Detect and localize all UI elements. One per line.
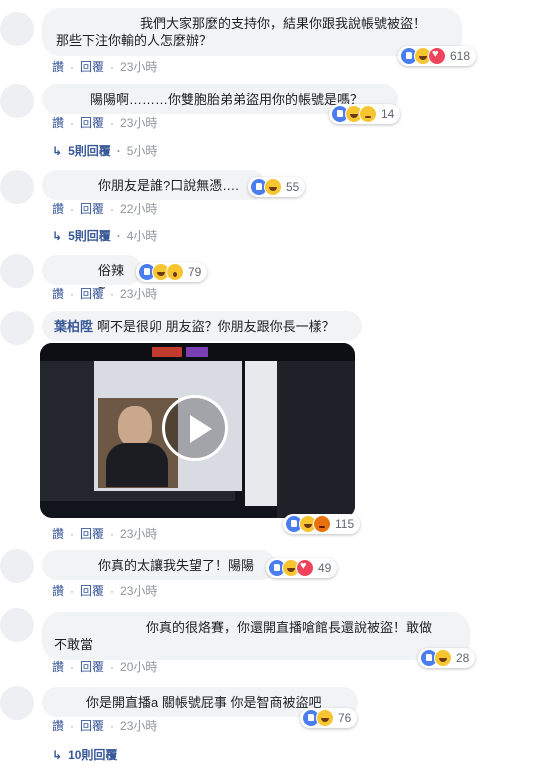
reply-link[interactable]: 回覆 <box>80 60 104 74</box>
reaction-summary[interactable]: 28 <box>418 648 476 668</box>
like-link[interactable]: 讚 <box>52 719 64 733</box>
play-icon[interactable] <box>162 395 228 461</box>
reaction-summary[interactable]: 79 <box>136 262 208 282</box>
haha-reaction-icon <box>264 178 282 196</box>
reaction-summary[interactable]: 76 <box>300 708 358 728</box>
comment-text: 啊不是很卯 朋友盜？你朋友跟你長一樣？ <box>97 319 335 334</box>
replies-count[interactable]: 5則回覆 <box>68 227 111 244</box>
reaction-count: 618 <box>450 49 471 63</box>
haha-reaction-icon <box>316 709 334 727</box>
view-replies-link[interactable]: ↳ 5則回覆 · 5小時 <box>52 142 157 159</box>
reaction-summary[interactable]: 115 <box>283 514 361 534</box>
comment-text: 我們大家那麼的支持你，結果你跟我說帳號被盜！ 那些下注你輸的人怎麼辦？ <box>56 16 427 48</box>
comment-bubble: 俗辣~ <box>42 255 142 295</box>
timestamp[interactable]: 20小時 <box>120 660 157 674</box>
like-link[interactable]: 讚 <box>52 202 64 216</box>
sad-reaction-icon <box>359 105 377 123</box>
reply-arrow-icon: ↳ <box>52 228 63 243</box>
comment-bubble: 你朋友是誰?口說無憑…. <box>42 170 266 200</box>
reply-link[interactable]: 回覆 <box>80 287 104 301</box>
avatar[interactable] <box>0 84 34 118</box>
replies-time: 5小時 <box>126 144 158 158</box>
reply-link[interactable]: 回覆 <box>80 202 104 216</box>
timestamp[interactable]: 23小時 <box>120 60 157 74</box>
reaction-count: 115 <box>335 517 355 531</box>
angry-reaction-icon <box>313 515 331 533</box>
replies-count[interactable]: 10則回覆 <box>68 746 117 763</box>
reaction-count: 55 <box>286 180 300 194</box>
comment-bubble: 葉柏陞 啊不是很卯 朋友盜？你朋友跟你長一樣？ <box>42 311 362 341</box>
reply-link[interactable]: 回覆 <box>80 584 104 598</box>
reaction-count: 76 <box>338 711 352 725</box>
reaction-summary[interactable]: 618 <box>398 46 477 66</box>
view-replies-link[interactable]: ↳ 10則回覆 <box>52 746 117 763</box>
reply-arrow-icon: ↳ <box>52 747 63 762</box>
video-frame <box>277 361 355 518</box>
comment-actions: 讚 · 回覆 · 23小時 <box>52 60 158 74</box>
reaction-count: 28 <box>456 651 470 665</box>
reply-link[interactable]: 回覆 <box>80 719 104 733</box>
replies-count[interactable]: 5則回覆 <box>68 142 111 159</box>
timestamp[interactable]: 23小時 <box>120 527 157 541</box>
reaction-count: 79 <box>188 265 202 279</box>
like-link[interactable]: 讚 <box>52 584 64 598</box>
comment-text: 你朋友是誰?口說無憑…. <box>98 178 239 193</box>
reply-link[interactable]: 回覆 <box>80 527 104 541</box>
reply-link[interactable]: 回覆 <box>80 116 104 130</box>
video-frame <box>106 443 168 487</box>
video-badge <box>186 347 208 357</box>
reaction-summary[interactable]: 49 <box>266 558 338 578</box>
comment-actions: 讚 · 回覆 · 23小時 <box>52 287 158 301</box>
reaction-count: 14 <box>381 107 395 121</box>
avatar[interactable] <box>0 12 34 46</box>
timestamp[interactable]: 22小時 <box>120 202 157 216</box>
like-link[interactable]: 讚 <box>52 60 64 74</box>
timestamp[interactable]: 23小時 <box>120 584 157 598</box>
reply-arrow-icon: ↳ <box>52 143 63 158</box>
like-link[interactable]: 讚 <box>52 116 64 130</box>
comment-actions: 讚 · 回覆 · 23小時 <box>52 116 158 130</box>
comment-actions: 讚 · 回覆 · 23小時 <box>52 719 158 733</box>
comment-actions: 讚 · 回覆 · 23小時 <box>52 584 158 598</box>
like-link[interactable]: 讚 <box>52 287 64 301</box>
video-frame <box>118 406 152 446</box>
comment-text: 你真的很烙賽，你還開直播嗆館長還說被盜！敢做 不敢當 <box>54 620 433 652</box>
view-replies-link[interactable]: ↳ 5則回覆 · 4小時 <box>52 227 157 244</box>
reaction-count: 49 <box>318 561 332 575</box>
replies-time: 4小時 <box>126 229 158 243</box>
avatar[interactable] <box>0 254 34 288</box>
love-reaction-icon <box>296 559 314 577</box>
haha-reaction-icon <box>434 649 452 667</box>
like-link[interactable]: 讚 <box>52 660 64 674</box>
timestamp[interactable]: 23小時 <box>120 287 157 301</box>
timestamp[interactable]: 23小時 <box>120 116 157 130</box>
comment-actions: 讚 · 回覆 · 22小時 <box>52 202 158 216</box>
avatar[interactable] <box>0 311 34 345</box>
avatar[interactable] <box>0 686 34 720</box>
avatar[interactable] <box>0 608 34 642</box>
comment-bubble: 你真的很烙賽，你還開直播嗆館長還說被盜！敢做 不敢當 <box>42 612 470 660</box>
comment-actions: 讚 · 回覆 · 20小時 <box>52 660 158 674</box>
comment-bubble: 我們大家那麼的支持你，結果你跟我說帳號被盜！ 那些下注你輸的人怎麼辦？ <box>42 8 462 56</box>
video-badge <box>152 347 182 357</box>
comment-text: 你真的太讓我失望了！陽陽 <box>98 558 255 573</box>
comment-author[interactable]: 葉柏陞 <box>54 319 93 334</box>
timestamp[interactable]: 23小時 <box>120 719 157 733</box>
video-topbar <box>40 343 355 361</box>
love-reaction-icon <box>428 47 446 65</box>
avatar[interactable] <box>0 170 34 204</box>
comment-bubble: 你真的太讓我失望了！陽陽 <box>42 550 276 580</box>
reply-link[interactable]: 回覆 <box>80 660 104 674</box>
reaction-summary[interactable]: 55 <box>248 177 306 197</box>
wow-reaction-icon <box>166 263 184 281</box>
video-attachment[interactable] <box>40 343 355 518</box>
avatar[interactable] <box>0 549 34 583</box>
reaction-summary[interactable]: 14 <box>329 104 401 124</box>
comment-actions: 讚 · 回覆 · 23小時 <box>52 527 158 541</box>
like-link[interactable]: 讚 <box>52 527 64 541</box>
